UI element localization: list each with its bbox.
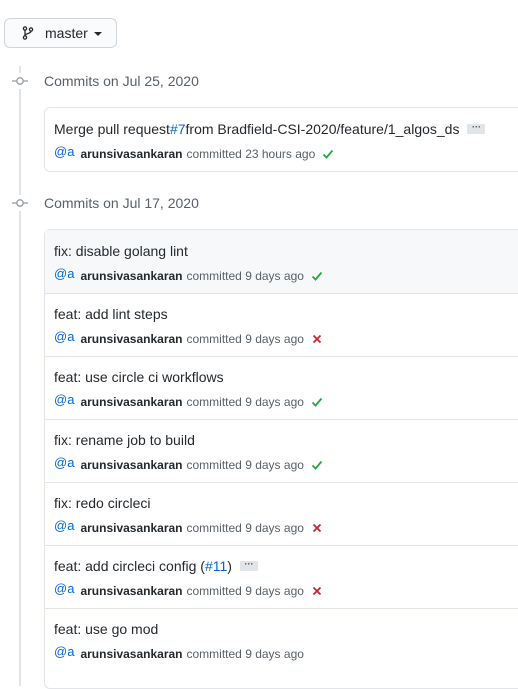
commit-message[interactable]: feat: add lint steps [54, 306, 168, 322]
commit-time: 9 days ago [245, 646, 304, 661]
commit-action: committed [186, 394, 242, 409]
avatar[interactable]: @a [54, 266, 74, 281]
commit-group-icon [12, 195, 28, 211]
commit-message[interactable]: Merge pull request #7 from Bradfield-CSI… [54, 121, 486, 137]
commit-time: 9 days ago [245, 268, 304, 283]
commit-message[interactable]: feat: use circle ci workflows [54, 369, 224, 385]
check-icon[interactable] [321, 147, 335, 161]
commit-row: fix: rename job to build @a arunsivasankar… [45, 419, 518, 483]
commit-action: committed [186, 646, 242, 661]
commit-list: Merge pull request #7 from Bradfield-CSI… [44, 107, 518, 172]
commit-row: feat: use circle ci workflows @a arunsivas… [45, 356, 518, 420]
commit-row: feat: add lint steps @a arunsivasankaran co… [45, 293, 518, 357]
commit-meta: @a arunsivasankaran committed 9 days ago [54, 518, 324, 535]
avatar[interactable]: @a [54, 144, 74, 159]
author-link[interactable]: arunsivasankaran [80, 584, 182, 598]
x-icon[interactable] [310, 332, 324, 346]
timeline-line [19, 66, 21, 686]
commit-time: 9 days ago [245, 457, 304, 472]
commit-message-text[interactable]: feat: use go mod [54, 621, 158, 637]
commit-message-text[interactable]: fix: rename job to build [54, 432, 195, 448]
x-icon[interactable] [310, 521, 324, 535]
commit-message[interactable]: feat: add circleci config (#11) ··· [54, 558, 258, 574]
x-icon[interactable] [310, 584, 324, 598]
commit-message[interactable]: fix: rename job to build [54, 432, 195, 448]
check-icon[interactable] [310, 269, 324, 283]
commit-action: committed [186, 457, 242, 472]
commit-meta: @a arunsivasankaran committed 9 days ago [54, 455, 324, 472]
commit-message-text[interactable]: fix: disable golang lint [54, 243, 188, 259]
author-link[interactable]: arunsivasankaran [80, 332, 182, 346]
commit-time: 9 days ago [245, 520, 304, 535]
commit-message-text[interactable]: Merge pull request [54, 121, 170, 137]
commit-row: feat: use go mod @a arunsivasankaran commit… [45, 608, 518, 671]
author-link[interactable]: arunsivasankaran [80, 647, 182, 661]
commit-message[interactable]: feat: use go mod [54, 621, 158, 637]
commit-action: committed [186, 268, 242, 283]
commit-action: committed [186, 520, 242, 535]
commit-list: fix: disable golang lint @a arunsivasankar… [44, 229, 518, 689]
commit-time: 9 days ago [245, 583, 304, 598]
author-link[interactable]: arunsivasankaran [80, 458, 182, 472]
pull-request-link[interactable]: #11 [205, 558, 227, 574]
commit-action: committed [186, 331, 242, 346]
avatar[interactable]: @a [54, 392, 74, 407]
avatar[interactable]: @a [54, 518, 74, 533]
commit-group-icon [12, 73, 28, 89]
pull-request-link[interactable]: #7 [170, 121, 186, 137]
commit-meta: @a arunsivasankaran committed 9 days ago [54, 329, 324, 346]
commit-action: committed [186, 583, 242, 598]
avatar[interactable]: @a [54, 644, 74, 659]
check-icon[interactable] [310, 395, 324, 409]
branch-name: master [45, 25, 88, 41]
avatar[interactable]: @a [54, 329, 74, 344]
commit-meta: @a arunsivasankaran committed 9 days ago [54, 581, 324, 598]
commit-message-text[interactable]: fix: redo circleci [54, 495, 150, 511]
check-icon[interactable] [310, 458, 324, 472]
commit-action: committed [186, 146, 242, 161]
commit-row: fix: disable golang lint @a arunsivasankar… [45, 230, 518, 294]
commit-meta: @a arunsivasankaran committed 9 days ago [54, 266, 324, 283]
author-link[interactable]: arunsivasankaran [80, 395, 182, 409]
avatar[interactable]: @a [54, 455, 74, 470]
commit-time: 9 days ago [245, 394, 304, 409]
expand-message-button[interactable]: ··· [239, 560, 258, 571]
commit-time: 23 hours ago [245, 146, 316, 161]
commit-message-text[interactable]: feat: add lint steps [54, 306, 168, 322]
chevron-down-icon [93, 32, 102, 36]
commit-row: Merge pull request #7 from Bradfield-CSI… [45, 108, 518, 171]
author-link[interactable]: arunsivasankaran [80, 269, 182, 283]
commit-message-text[interactable]: feat: add circleci config ( [54, 558, 205, 574]
expand-message-button[interactable]: ··· [467, 123, 486, 134]
avatar[interactable]: @a [54, 581, 74, 596]
branch-select-button[interactable]: master [4, 18, 117, 48]
commit-group-title: Commits on Jul 17, 2020 [44, 195, 199, 211]
commit-group-title: Commits on Jul 25, 2020 [44, 73, 199, 89]
commit-message-text[interactable]: from Bradfield-CSI-2020/feature/1_algos_… [186, 121, 460, 137]
commit-meta: @a arunsivasankaran committed 23 hours a… [54, 144, 335, 161]
commit-meta: @a arunsivasankaran committed 9 days ago [54, 644, 304, 661]
commit-row: fix: redo circleci @a arunsivasankaran comm… [45, 482, 518, 546]
commit-message-text[interactable]: ) [227, 558, 232, 574]
commit-message[interactable]: fix: redo circleci [54, 495, 150, 511]
commit-time: 9 days ago [245, 331, 304, 346]
commit-message-text[interactable]: feat: use circle ci workflows [54, 369, 224, 385]
commit-meta: @a arunsivasankaran committed 9 days ago [54, 392, 324, 409]
commit-row: feat: add circleci config (#11) ··· @a arun… [45, 545, 518, 609]
git-branch-icon [20, 25, 36, 41]
author-link[interactable]: arunsivasankaran [80, 521, 182, 535]
commit-message[interactable]: fix: disable golang lint [54, 243, 188, 259]
author-link[interactable]: arunsivasankaran [80, 147, 182, 161]
